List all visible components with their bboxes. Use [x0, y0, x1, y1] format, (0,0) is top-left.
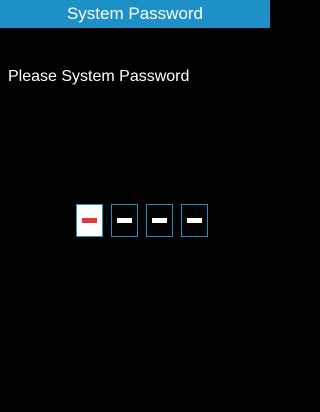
password-digit-3[interactable]: [146, 204, 173, 237]
empty-dash-icon: [152, 218, 167, 223]
empty-dash-icon: [187, 218, 202, 223]
password-prompt: Please System Password: [8, 68, 190, 85]
title-bar: System Password: [0, 0, 270, 28]
cursor-dash-icon: [82, 218, 97, 223]
page-title: System Password: [66, 4, 204, 23]
password-digit-1[interactable]: [76, 204, 103, 237]
password-digit-4[interactable]: [181, 204, 208, 237]
empty-dash-icon: [117, 218, 132, 223]
password-digit-2[interactable]: [111, 204, 138, 237]
